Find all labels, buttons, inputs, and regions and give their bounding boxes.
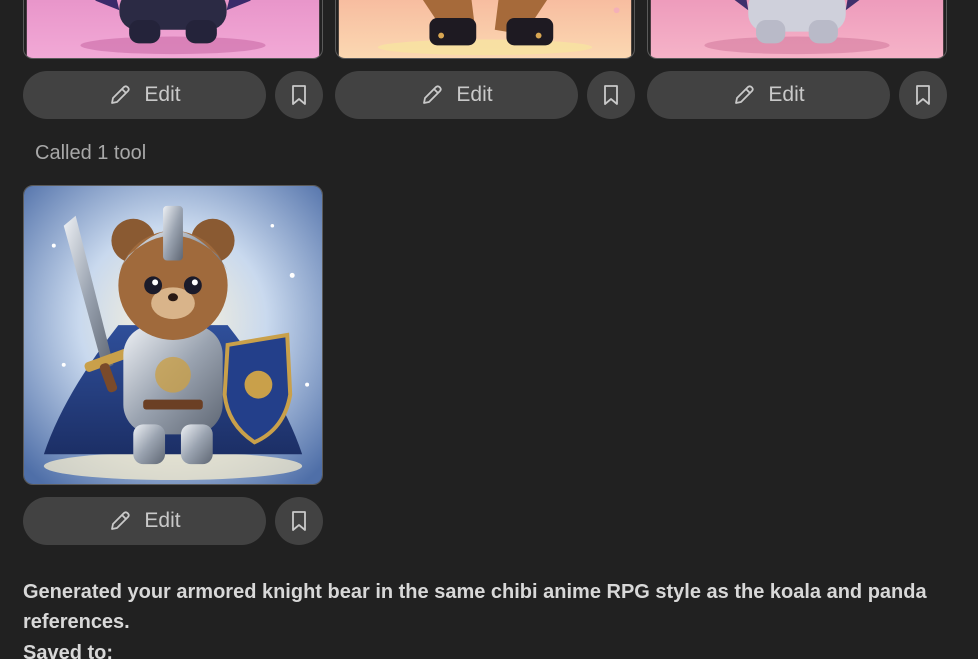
save-button-panda[interactable] <box>275 71 323 119</box>
saved-to-label: Saved to: <box>23 642 114 659</box>
edit-button-knight-bear[interactable]: Edit <box>23 497 266 545</box>
edit-button-boots[interactable]: Edit <box>335 71 578 119</box>
bookmark-icon <box>292 511 306 531</box>
tool-call-note[interactable]: Called 1 tool <box>35 142 146 165</box>
edit-label: Edit <box>144 509 181 532</box>
edit-button-koala[interactable]: Edit <box>647 71 890 119</box>
koala-image <box>650 0 944 58</box>
image-tile-knight-bear[interactable] <box>23 185 323 485</box>
assistant-message: Generated your armored knight bear in th… <box>23 581 927 633</box>
save-button-knight-bear[interactable] <box>275 497 323 545</box>
chat-transcript: Edit Edit Edit Called 1 tool Edit Genera… <box>0 0 978 659</box>
panda-image <box>26 0 320 58</box>
pencil-icon <box>111 85 131 104</box>
image-tile-panda[interactable] <box>23 0 323 59</box>
edit-button-panda[interactable]: Edit <box>23 71 266 119</box>
pencil-icon <box>735 85 755 104</box>
bookmark-icon <box>604 85 618 105</box>
boots-character-image <box>338 0 632 58</box>
bookmark-icon <box>916 85 930 105</box>
edit-label: Edit <box>456 83 493 106</box>
image-tile-koala[interactable] <box>647 0 947 59</box>
save-button-koala[interactable] <box>899 71 947 119</box>
bookmark-icon <box>292 85 306 105</box>
image-tile-boots[interactable] <box>335 0 635 59</box>
save-button-boots[interactable] <box>587 71 635 119</box>
edit-label: Edit <box>144 83 181 106</box>
edit-label: Edit <box>768 83 805 106</box>
pencil-icon <box>423 85 443 104</box>
pencil-icon <box>111 511 131 530</box>
knight-bear-image <box>24 186 322 484</box>
